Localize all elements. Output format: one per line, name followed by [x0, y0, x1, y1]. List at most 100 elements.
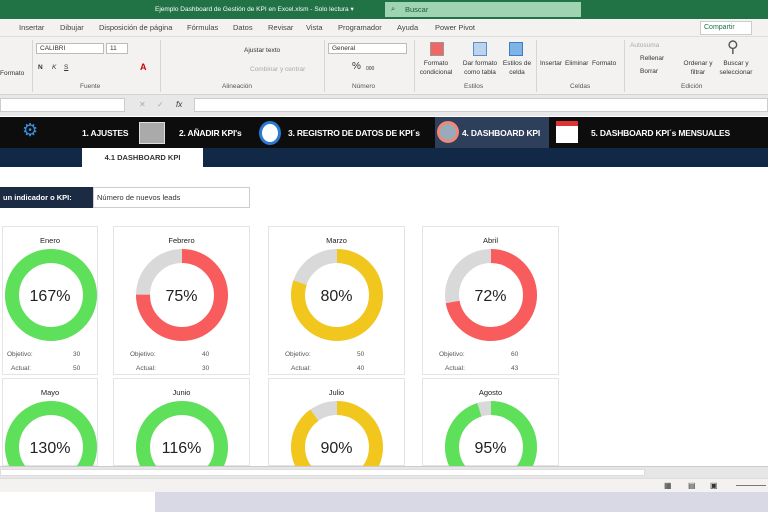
kpi-card-mayo: Mayo 130%	[2, 378, 98, 493]
tab-vista[interactable]: Vista	[306, 23, 323, 32]
search-placeholder: Buscar	[405, 5, 429, 14]
name-box[interactable]	[0, 98, 125, 112]
tab-formulas[interactable]: Fórmulas	[187, 23, 218, 32]
month-label: Julio	[328, 388, 345, 397]
tab-programador[interactable]: Programador	[338, 23, 382, 32]
share-button[interactable]: Compartir	[700, 21, 752, 35]
kpi-card-febrero: Febrero 75% Objetivo: 40 Actual: 30	[113, 226, 250, 375]
percentage-label: 90%	[320, 440, 353, 457]
actual-label: Actual:	[11, 365, 31, 372]
zoom-slider[interactable]	[736, 485, 766, 486]
month-label: Marzo	[326, 236, 347, 245]
status-bar: ▦ ▤ ▣	[0, 478, 768, 492]
normal-view-icon[interactable]: ▦	[664, 481, 672, 490]
nav-ajustes[interactable]: 1. AJUSTES	[82, 128, 129, 138]
group-label-fuente: Fuente	[80, 83, 101, 90]
head-icon	[259, 121, 281, 145]
sort-filter-button[interactable]: Ordenar y filtrar	[682, 59, 714, 77]
cell-styles-button[interactable]: Estilos de celda	[502, 59, 532, 77]
format-cells-button[interactable]: Formato	[592, 59, 616, 68]
actual-value: 30	[202, 365, 210, 372]
dashboard-icon	[437, 121, 459, 143]
italic-button[interactable]: K	[52, 63, 56, 72]
page-break-icon[interactable]: ▣	[710, 481, 718, 490]
month-label: Enero	[39, 236, 60, 245]
actual-value: 40	[357, 365, 365, 372]
tab-insertar[interactable]: Insertar	[19, 23, 44, 32]
cancel-icon[interactable]: ✕	[139, 100, 146, 109]
kpi-card-marzo: Marzo 80% Objetivo: 50 Actual: 40	[268, 226, 405, 375]
kpi-card-agosto: Agosto 95%	[422, 378, 559, 493]
fill-button[interactable]: Rellenar	[640, 54, 664, 63]
nav-anadir-kpis[interactable]: 2. AÑADIR KPI's	[179, 128, 242, 138]
scrollbar-thumb[interactable]	[0, 469, 645, 476]
objetivo-label: Objetivo:	[285, 351, 311, 358]
documents-icon	[139, 122, 165, 144]
percent-button[interactable]: %	[352, 62, 361, 72]
objetivo-value: 30	[73, 351, 81, 358]
tab-ayuda[interactable]: Ayuda	[397, 23, 418, 32]
wrap-text-button[interactable]: Ajustar texto	[244, 46, 280, 55]
font-name-select[interactable]: CALIBRI	[36, 43, 104, 54]
underline-button[interactable]: S	[64, 63, 68, 72]
formula-input[interactable]	[194, 98, 768, 112]
month-label: Junio	[172, 388, 191, 397]
group-label-celdas: Celdas	[570, 83, 591, 90]
actual-label: Actual:	[291, 365, 311, 372]
autosum-button[interactable]: Autosuma	[630, 41, 659, 50]
gears-icon: ⚙	[22, 120, 39, 140]
tab-dibujar[interactable]: Dibujar	[60, 23, 84, 32]
insert-cells-button[interactable]: Insertar	[540, 59, 562, 68]
page-layout-icon[interactable]: ▤	[688, 481, 696, 490]
nav-dashboard-mensuales[interactable]: 5. DASHBOARD KPI´s MENSUALES	[591, 128, 730, 138]
percentage-label: 72%	[474, 288, 507, 305]
search-magnifier-icon: ⚲	[727, 39, 739, 56]
subtab-dashboard-kpi[interactable]: 4.1 DASHBOARD KPI	[82, 148, 203, 167]
search-box[interactable]: ⌕ Buscar	[385, 2, 581, 17]
thousands-button[interactable]: 000	[366, 65, 374, 74]
kpi-card-abril: Abril 72% Objetivo: 60 Actual: 43	[422, 226, 559, 375]
group-label-numero: Número	[352, 83, 376, 90]
month-label: Febrero	[168, 236, 195, 245]
tab-disposicion[interactable]: Disposición de página	[99, 23, 172, 32]
nav-dashboard-kpi[interactable]: 4. DASHBOARD KPI	[462, 128, 540, 138]
font-color-button[interactable]: A	[140, 63, 147, 72]
taskbar-left	[0, 492, 155, 512]
number-format-select[interactable]: General	[328, 43, 407, 54]
enter-icon[interactable]: ✓	[157, 100, 164, 109]
kpi-selector-input[interactable]: Número de nuevos leads	[93, 187, 250, 208]
percentage-label: 95%	[474, 440, 507, 457]
font-size-select[interactable]: 11	[106, 43, 128, 54]
nav-registro-datos[interactable]: 3. REGISTRO DE DATOS DE KPI´s	[288, 128, 420, 138]
bold-button[interactable]: N	[38, 63, 43, 72]
percentage-label: 130%	[29, 440, 71, 457]
kpi-card-junio: Junio 116%	[113, 378, 250, 493]
window-title: Ejemplo Dashboard de Gestión de KPI en E…	[155, 6, 354, 13]
delete-cells-button[interactable]: Eliminar	[565, 59, 588, 68]
group-label-edicion: Edición	[681, 83, 703, 90]
tab-power-pivot[interactable]: Power Pivot	[435, 23, 475, 32]
conditional-format-button[interactable]: Formato condicional	[416, 59, 456, 77]
percentage-label: 116%	[161, 440, 202, 457]
percentage-label: 80%	[320, 288, 353, 305]
objetivo-label: Objetivo:	[7, 351, 33, 358]
tab-datos[interactable]: Datos	[233, 23, 253, 32]
clear-button[interactable]: Borrar	[640, 67, 658, 76]
objetivo-label: Objetivo:	[439, 351, 465, 358]
month-label: Abril	[482, 236, 498, 245]
taskbar-area	[155, 492, 768, 512]
objetivo-value: 50	[357, 351, 365, 358]
merge-center-button[interactable]: Combinar y centrar	[250, 65, 305, 74]
function-icon[interactable]: fx	[176, 100, 182, 109]
search-icon: ⌕	[391, 4, 396, 13]
actual-value: 43	[511, 365, 519, 372]
format-painter-button[interactable]: Formato	[0, 69, 24, 78]
find-select-button[interactable]: Buscar y seleccionar	[716, 59, 756, 77]
table-format-icon	[473, 42, 487, 56]
kpi-selector-label: un indicador o KPI:	[0, 187, 93, 208]
actual-label: Actual:	[445, 365, 465, 372]
percentage-label: 167%	[29, 288, 71, 305]
tab-revisar[interactable]: Revisar	[268, 23, 293, 32]
format-as-table-button[interactable]: Dar formato como tabla	[458, 59, 502, 77]
group-label-alineacion: Alineación	[222, 83, 252, 90]
